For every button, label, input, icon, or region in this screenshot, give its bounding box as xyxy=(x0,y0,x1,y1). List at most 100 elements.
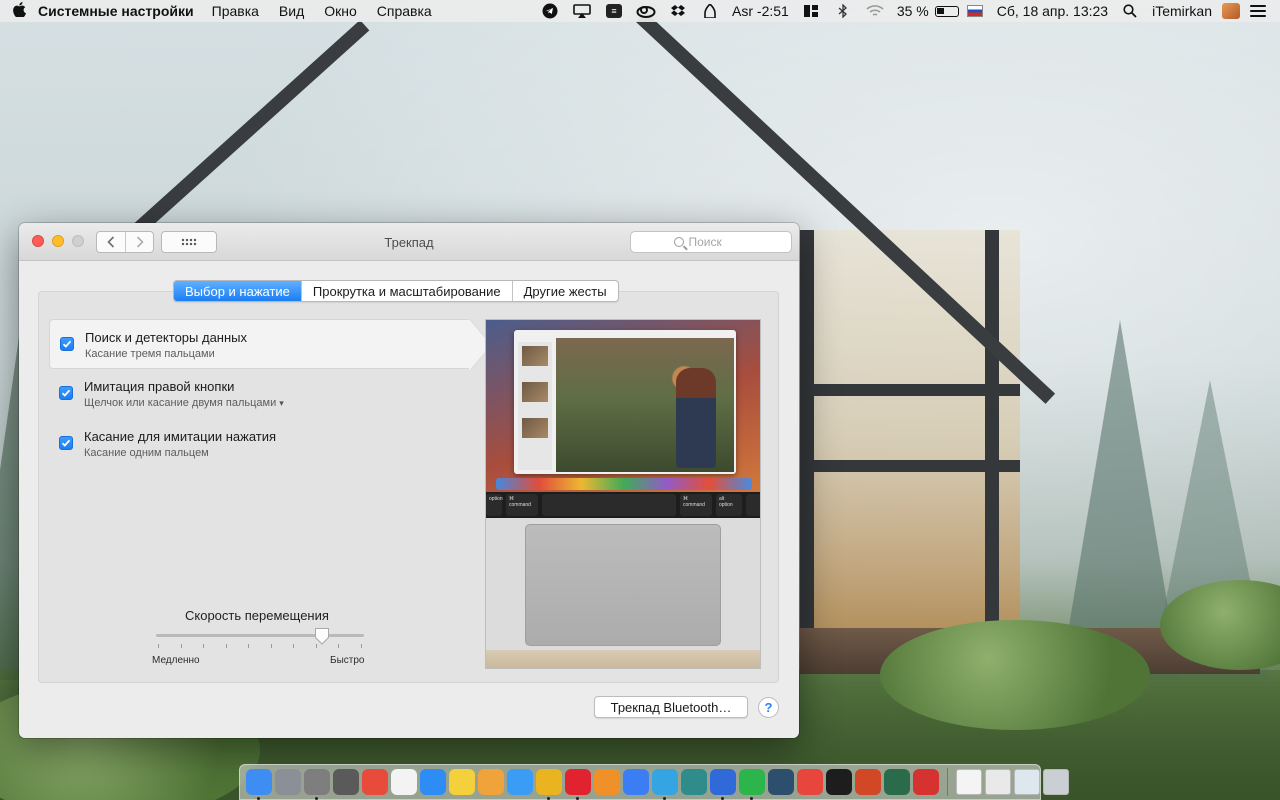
option-tap-to-click[interactable]: Касание для имитации нажатия Касание одн… xyxy=(49,419,469,469)
preview-screen xyxy=(486,320,760,492)
tracking-speed-slider[interactable] xyxy=(156,634,364,637)
notes-icon[interactable] xyxy=(449,769,475,795)
trash-icon[interactable] xyxy=(1043,769,1069,795)
help-button[interactable]: ? xyxy=(758,697,779,718)
flag-ru-icon[interactable] xyxy=(964,2,986,20)
photos-icon[interactable] xyxy=(478,769,504,795)
slider-tick xyxy=(203,644,205,648)
file-stack-icon[interactable] xyxy=(1014,769,1040,795)
preview-key-command: ⌘ command xyxy=(680,494,712,516)
prayer-icon[interactable] xyxy=(699,2,721,20)
preview-person xyxy=(676,368,716,468)
wallpaper-house-frame xyxy=(985,230,999,650)
calendar-icon[interactable] xyxy=(391,769,417,795)
preview-key-option: alt option xyxy=(716,494,742,516)
tracking-speed-label: Скорость перемещения xyxy=(185,608,329,623)
tab-scroll-and-zoom[interactable]: Прокрутка и масштабирование xyxy=(300,281,512,301)
option-title: Имитация правой кнопки xyxy=(84,379,235,394)
checkmark-icon xyxy=(61,439,71,447)
reminders-icon[interactable] xyxy=(362,769,388,795)
dropbox-icon[interactable] xyxy=(667,2,689,20)
slides-stack-icon[interactable] xyxy=(985,769,1011,795)
wallpaper-bush xyxy=(880,620,1150,730)
datetime[interactable]: Сб, 18 апр. 13:23 xyxy=(997,3,1108,19)
menu-edit[interactable]: Правка xyxy=(212,3,259,19)
user-avatar[interactable] xyxy=(1222,3,1240,19)
creative-cloud-icon[interactable] xyxy=(635,2,657,20)
notification-center-icon[interactable] xyxy=(1250,5,1266,17)
preview-key-space xyxy=(542,494,676,516)
slider-tick xyxy=(338,644,340,648)
nox-icon[interactable] xyxy=(768,769,794,795)
chrome-icon[interactable] xyxy=(536,769,562,800)
finder-icon[interactable] xyxy=(246,769,272,800)
apple-menu-icon[interactable] xyxy=(0,1,38,21)
dock xyxy=(239,764,1069,800)
tab-point-and-click[interactable]: Выбор и нажатие xyxy=(174,281,301,301)
battery-percent[interactable]: 35 % xyxy=(897,3,929,19)
user-name[interactable]: iTemirkan xyxy=(1152,3,1212,19)
slow-label: Медленно xyxy=(152,655,200,666)
document-stack-icon[interactable] xyxy=(956,769,982,795)
preview-thumbnail xyxy=(522,418,548,438)
slider-thumb[interactable] xyxy=(314,627,330,645)
system-preferences-icon[interactable] xyxy=(304,769,330,800)
slider-tick xyxy=(293,644,295,648)
menu-window[interactable]: Окно xyxy=(324,3,357,19)
wallpaper-house-frame xyxy=(800,384,1020,396)
option-title: Касание для имитации нажатия xyxy=(84,429,277,444)
app-menu[interactable]: Системные настройки xyxy=(38,3,194,19)
wifi-icon[interactable] xyxy=(864,2,886,20)
safari-icon[interactable] xyxy=(507,769,533,795)
feather-icon[interactable] xyxy=(884,769,910,795)
slider-tick xyxy=(248,644,250,648)
books-icon[interactable] xyxy=(594,769,620,795)
secondary-click-popup[interactable]: Щелчок или касание двумя пальцами ▾ xyxy=(84,397,284,409)
window-titlebar[interactable]: Трекпад xyxy=(19,223,799,261)
preview-photo xyxy=(556,338,734,472)
telegram-icon[interactable] xyxy=(652,769,678,800)
tab-bar: Выбор и нажатие Прокрутка и масштабирова… xyxy=(173,280,619,302)
secondary-click-checkbox[interactable] xyxy=(59,386,73,400)
checkmark-icon xyxy=(62,340,72,348)
search-input[interactable] xyxy=(688,235,749,249)
tap-to-click-checkbox[interactable] xyxy=(59,436,73,450)
search-field[interactable] xyxy=(630,231,792,253)
preview-laptop-base xyxy=(486,650,760,668)
tasks-icon[interactable] xyxy=(710,769,736,800)
prayer-time[interactable]: Asr -2:51 xyxy=(732,3,789,19)
tab-more-gestures[interactable]: Другие жесты xyxy=(511,281,618,301)
battery-icon[interactable] xyxy=(934,5,959,17)
grammarly-icon[interactable] xyxy=(797,769,823,795)
preview-trackpad xyxy=(525,524,721,646)
telegram-icon[interactable] xyxy=(539,2,561,20)
opera-icon[interactable] xyxy=(565,769,591,800)
launchpad-icon[interactable] xyxy=(275,769,301,795)
set-up-bluetooth-trackpad-button[interactable]: Трекпад Bluetooth… xyxy=(594,696,748,718)
slider-tick xyxy=(158,644,159,648)
preview-dock xyxy=(496,478,752,490)
option-subtitle: Щелчок или касание двумя пальцами xyxy=(84,397,277,409)
option-lookup-data-detectors[interactable]: Поиск и детекторы данных Касание тремя п… xyxy=(49,319,469,369)
lookup-checkbox[interactable] xyxy=(60,337,74,351)
menu-help[interactable]: Справка xyxy=(377,3,432,19)
pyrus-icon[interactable] xyxy=(681,769,707,795)
testflight-icon[interactable] xyxy=(623,769,649,795)
spotlight-icon[interactable] xyxy=(1119,2,1141,20)
menu-view[interactable]: Вид xyxy=(279,3,304,19)
columns-icon[interactable] xyxy=(800,2,822,20)
slider-tick xyxy=(225,644,227,648)
bluetooth-icon[interactable] xyxy=(832,2,854,20)
option-secondary-click[interactable]: Имитация правой кнопки Щелчок или касани… xyxy=(49,369,469,419)
status-area: ≡ Asr -2:51 35 % Сб, 18 апр. 13:23 iTemi… xyxy=(534,0,1280,22)
calculator-icon[interactable] xyxy=(333,769,359,795)
slider-tick xyxy=(360,644,362,648)
hand-mirror-icon[interactable] xyxy=(826,769,852,795)
notes-icon[interactable]: ≡ xyxy=(603,2,625,20)
app-store-icon[interactable] xyxy=(420,769,446,795)
powerpoint-icon[interactable] xyxy=(855,769,881,795)
sketchup-icon[interactable] xyxy=(913,769,939,795)
airplay-icon[interactable] xyxy=(571,2,593,20)
whatsapp-icon[interactable] xyxy=(739,769,765,800)
menu-bar: Системные настройки Правка Вид Окно Спра… xyxy=(0,0,1280,22)
